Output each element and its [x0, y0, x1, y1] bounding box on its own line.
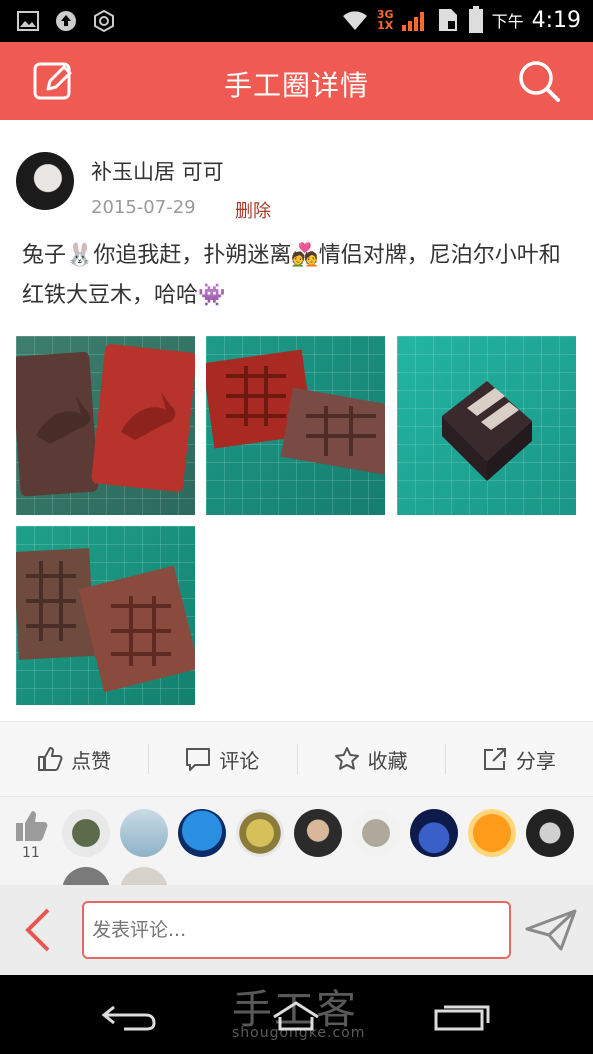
image-notification-icon: [17, 11, 39, 31]
am-pm-label: 下午: [491, 12, 524, 31]
sim-card-icon: [438, 9, 457, 31]
author-avatar[interactable]: [16, 152, 74, 210]
liker-avatar[interactable]: [352, 809, 400, 857]
network-type-label: 3G 1X: [376, 8, 394, 32]
like-count: 11: [22, 845, 40, 861]
post-photo[interactable]: [397, 336, 576, 515]
thumbs-up-icon: [16, 811, 48, 841]
signal-icon: [401, 12, 424, 31]
like-button[interactable]: 点赞: [0, 722, 148, 796]
send-icon[interactable]: [525, 909, 577, 951]
liker-avatar[interactable]: [62, 867, 110, 885]
settings-notification-icon: [94, 9, 114, 33]
battery-icon: [468, 6, 483, 33]
comment-button[interactable]: 评论: [148, 722, 296, 796]
liker-avatar[interactable]: [468, 809, 516, 857]
author-name[interactable]: 补玉山居 可可: [91, 156, 224, 186]
thumbs-up-icon: [38, 747, 63, 771]
favorite-label: 收藏: [367, 748, 408, 773]
post-photo[interactable]: [16, 336, 195, 515]
favorite-button[interactable]: 收藏: [296, 722, 445, 796]
comment-bar: [0, 885, 593, 975]
status-bar: 3G 1X 下午 4:19: [0, 0, 593, 42]
page-title: 手工圈详情: [223, 69, 369, 102]
back-arrow-icon[interactable]: [22, 907, 54, 953]
share-icon: [483, 748, 506, 770]
liker-avatar[interactable]: [294, 809, 342, 857]
clock: 4:19: [531, 7, 581, 33]
likers-row: 11: [0, 797, 593, 885]
home-nav-icon[interactable]: [266, 997, 326, 1033]
comment-label: 评论: [219, 748, 260, 773]
app-bar: 手工圈详情: [0, 42, 593, 120]
share-button[interactable]: 分享: [444, 722, 593, 796]
liker-avatar[interactable]: [178, 809, 226, 857]
back-nav-icon[interactable]: [100, 997, 160, 1033]
liker-avatar[interactable]: [526, 809, 574, 857]
star-icon: [334, 747, 359, 770]
delete-link[interactable]: 删除: [235, 197, 271, 223]
liker-avatar[interactable]: [236, 809, 284, 857]
liker-avatar[interactable]: [62, 809, 110, 857]
post-photo[interactable]: [206, 336, 385, 515]
wifi-icon: [342, 11, 367, 30]
post-photo[interactable]: [16, 526, 195, 705]
search-icon[interactable]: [517, 59, 561, 103]
action-bar: 点赞 评论 收藏 分享: [0, 722, 593, 796]
recent-apps-icon[interactable]: [432, 997, 492, 1033]
post-date: 2015-07-29: [91, 197, 196, 218]
like-label: 点赞: [71, 748, 112, 773]
share-label: 分享: [515, 748, 556, 773]
upload-notification-icon: [56, 11, 76, 31]
liker-avatar[interactable]: [120, 809, 168, 857]
system-nav-bar: 手工客 shougongke.com: [0, 975, 593, 1054]
liker-avatar[interactable]: [120, 867, 168, 885]
comment-icon: [186, 748, 211, 771]
post-text: 兔子🐰你追我赶，扑朔迷离💑情侣对牌，尼泊尔小叶和红铁大豆木，哈哈👾: [22, 243, 561, 308]
comment-input[interactable]: [82, 901, 511, 959]
liker-avatar[interactable]: [410, 809, 458, 857]
